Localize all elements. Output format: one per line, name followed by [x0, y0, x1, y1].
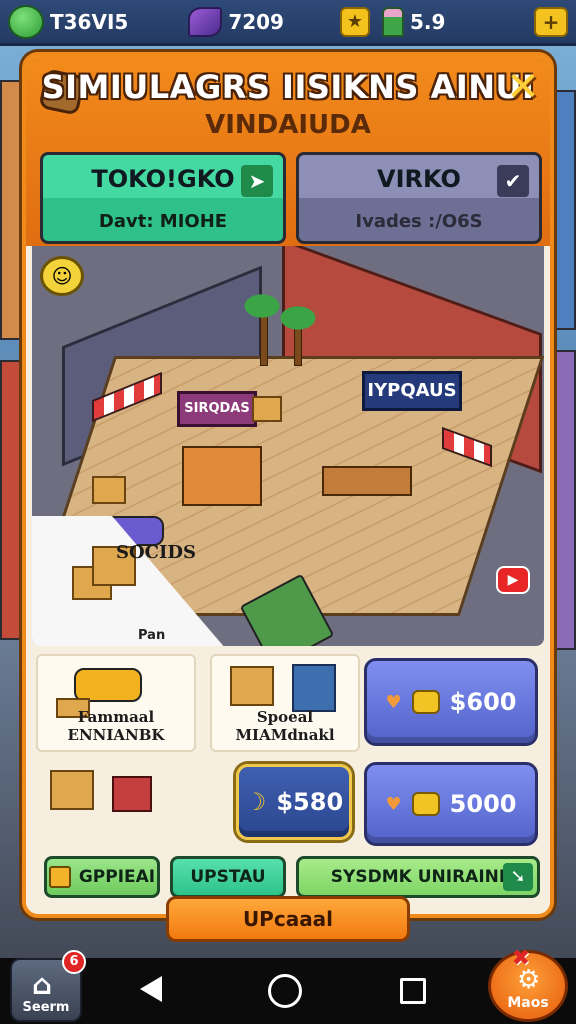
cart-icon	[112, 776, 152, 812]
coin-stack-icon	[411, 792, 440, 816]
box-icon	[48, 866, 71, 888]
panel-subtitle: VINDAIUDA	[205, 110, 371, 140]
sales-label: SOCIDS	[116, 542, 197, 563]
tab-upstau[interactable]: UPSTAU	[170, 856, 286, 898]
smile-icon: ☺	[40, 256, 84, 296]
player-resource: T36VI5	[8, 4, 129, 39]
home-label: Seerm	[22, 1000, 70, 1015]
box-icon	[50, 770, 94, 810]
video-ad-icon[interactable]: ▶	[496, 566, 530, 594]
taxi-icon	[74, 668, 142, 702]
mode-card-virko[interactable]: VIRKO ✔ Ivades :/O6S	[296, 152, 542, 244]
plant-count: 5.9	[409, 9, 446, 34]
shop-sign: IYPQAUS	[362, 371, 462, 411]
counter	[322, 466, 412, 496]
buy-button-1[interactable]: ♥ $600	[364, 658, 538, 746]
upgrade-button[interactable]: UPcaaal	[166, 896, 410, 942]
back-icon[interactable]	[140, 976, 162, 1002]
buy-button-3[interactable]: ♥ 5000	[364, 762, 538, 846]
store-scene[interactable]: IYPQAUS SIRQDAS ☺ ▶	[32, 246, 544, 646]
player-name: T36VI5	[50, 9, 129, 34]
cart-label: Pan	[138, 628, 166, 643]
gem-icon	[8, 4, 44, 39]
tab-label: SYSDMK UNIRAINI	[330, 867, 506, 887]
close-badge-icon: ✖	[511, 946, 530, 971]
heart-icon: ♥	[385, 691, 402, 713]
home-circle-icon[interactable]	[268, 974, 302, 1008]
check-icon: ✔	[497, 165, 529, 197]
tab-label: UPSTAU	[190, 867, 266, 887]
gem-resource: 7209	[188, 6, 284, 37]
buy-button-2[interactable]: ☽ $580	[236, 764, 352, 840]
gem-count: 7209	[228, 9, 284, 34]
home-icon: ⌂	[32, 968, 53, 1001]
shop-item-cart[interactable]	[36, 764, 216, 842]
more-label: Maos	[507, 995, 549, 1011]
shop-item-crates[interactable]: Spoeal MIAMdnakl	[210, 654, 360, 752]
add-currency-button[interactable]: +	[534, 6, 568, 37]
mode-card-tokio[interactable]: TOKO!GKO ➤ Davt: MIOHE	[40, 152, 286, 244]
recents-icon[interactable]	[400, 978, 426, 1004]
notification-badge: 6	[62, 950, 86, 974]
tab-special[interactable]: GPPIEAI	[44, 856, 160, 898]
tab-system[interactable]: SYSDMK UNIRAINI ➘	[296, 856, 540, 898]
panel-header: SIMIULAGRS IISIKNS AINUI VINDAIUDA ✕ TOK…	[26, 56, 550, 246]
leaf-icon	[188, 6, 223, 37]
item-label: Fammaal ENNIANBK	[67, 708, 165, 744]
moon-icon: ☽	[244, 788, 267, 816]
mode-sub: Ivades :/O6S	[355, 211, 483, 232]
plant-resource: 5.9	[381, 6, 446, 37]
palm-tree	[268, 298, 328, 338]
price-value: 5000	[449, 790, 517, 818]
coin-stack-icon	[411, 690, 440, 714]
crate	[92, 476, 126, 504]
item-label: Spoeal MIAMdnakl	[235, 708, 335, 744]
crate	[252, 396, 282, 422]
box-icon	[230, 666, 274, 706]
heart-icon: ♥	[385, 793, 402, 815]
tab-label: GPPIEAI	[78, 867, 156, 887]
market-stall	[182, 446, 262, 506]
crate-stack-icon	[292, 664, 336, 712]
arrow-icon: ➘	[503, 863, 533, 891]
panel-title: SIMIULAGRS IISIKNS AINUI	[41, 68, 535, 106]
shop-sign-secondary: SIRQDAS	[177, 391, 257, 427]
price-value: $600	[449, 688, 517, 716]
close-button[interactable]: ✕	[502, 66, 544, 108]
top-status-bar: T36VI5 7209 ★ 5.9 +	[0, 0, 576, 46]
mode-sub: Davt: MIOHE	[98, 211, 228, 232]
shop-item-taxi[interactable]: Fammaal ENNIANBK	[36, 654, 196, 752]
send-icon: ➤	[241, 165, 273, 197]
coin-icon[interactable]: ★	[339, 6, 370, 37]
coin-resource[interactable]: ★	[339, 6, 370, 37]
plant-icon	[381, 6, 404, 37]
price-value: $580	[276, 788, 344, 816]
shop-panel: SIMIULAGRS IISIKNS AINUI VINDAIUDA ✕ TOK…	[22, 52, 554, 918]
